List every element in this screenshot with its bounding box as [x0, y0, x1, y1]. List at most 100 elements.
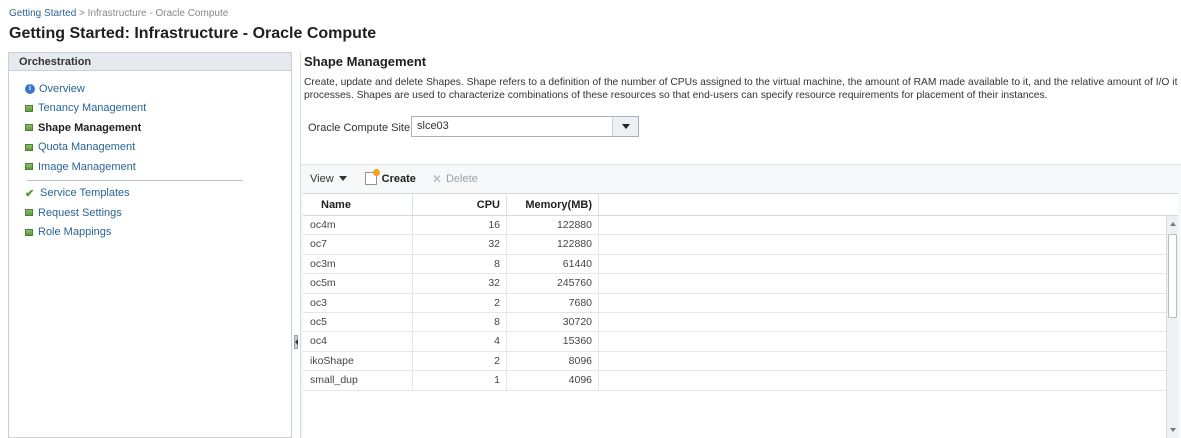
sidebar-item-label: Tenancy Management	[38, 102, 147, 115]
cell-filler	[599, 351, 1178, 371]
sidebar-item-label: Image Management	[38, 160, 136, 173]
cell-memory: 7680	[507, 293, 599, 312]
cell-filler	[599, 332, 1178, 351]
breadcrumb-link-getting-started[interactable]: Getting Started	[9, 8, 76, 19]
create-button[interactable]: Create	[364, 169, 416, 185]
cell-name: ikoShape	[303, 351, 413, 371]
breadcrumb-current: Infrastructure - Oracle Compute	[87, 8, 229, 19]
green-square-icon	[25, 209, 33, 217]
panel-splitter[interactable]	[292, 52, 300, 438]
cell-cpu: 32	[413, 235, 507, 254]
cell-filler	[599, 254, 1178, 274]
table-scrollbar[interactable]	[1166, 216, 1178, 438]
table-row[interactable]: oc3 2 7680	[303, 293, 1178, 313]
site-label: Oracle Compute Site	[308, 122, 411, 134]
cell-memory: 61440	[507, 254, 599, 274]
cell-memory: 30720	[507, 312, 599, 332]
scroll-up-arrow-icon[interactable]	[1170, 222, 1176, 226]
info-circle-icon: i	[25, 83, 35, 94]
sidebar-item-image-management[interactable]: Image Management	[25, 157, 291, 177]
sidebar-item-overview[interactable]: i Overview	[25, 79, 291, 99]
chevron-down-icon	[621, 124, 630, 129]
table-row[interactable]: oc5m 32 245760	[303, 274, 1178, 294]
table-row[interactable]: small_dup 1 4096	[303, 371, 1178, 391]
cell-filler	[599, 293, 1178, 312]
sidebar-item-label: Overview	[39, 82, 85, 95]
view-menu-button[interactable]: View	[310, 173, 347, 185]
cell-memory: 8096	[507, 351, 599, 371]
chevron-down-icon	[338, 176, 347, 181]
delete-label: Delete	[445, 172, 478, 185]
cell-name: oc4m	[303, 216, 413, 235]
sidebar-item-tenancy-management[interactable]: Tenancy Management	[25, 99, 291, 119]
cell-filler	[599, 274, 1178, 293]
scrollbar-thumb[interactable]	[1168, 234, 1177, 318]
sidebar-nav: i Overview Tenancy Management Shape Mana…	[9, 71, 291, 242]
sidebar-item-label: Role Mappings	[38, 226, 112, 239]
sidebar-item-label: Service Templates	[40, 187, 130, 200]
view-menu-label: View	[310, 172, 334, 185]
site-select-dropdown-button[interactable]	[612, 117, 638, 136]
collapse-left-arrow-icon[interactable]	[294, 335, 298, 349]
sidebar-item-label: Quota Management	[38, 141, 136, 154]
cell-name: oc4	[303, 332, 413, 351]
table-row[interactable]: oc4m 16 122880	[303, 216, 1178, 236]
sidebar-item-label: Request Settings	[38, 206, 122, 219]
cell-memory: 4096	[507, 371, 599, 390]
breadcrumb-separator: >	[76, 8, 88, 19]
cell-name: oc5	[303, 312, 413, 332]
cell-filler	[599, 235, 1178, 254]
cell-filler	[599, 216, 1178, 235]
sidebar-item-request-settings[interactable]: Request Settings	[25, 203, 291, 223]
sidebar-item-service-templates[interactable]: ✔ Service Templates	[25, 184, 291, 204]
cell-cpu: 4	[413, 332, 507, 351]
site-select[interactable]: slce03	[411, 116, 639, 137]
column-header-name[interactable]: Name	[303, 194, 413, 215]
column-header-filler	[599, 194, 1178, 215]
cell-cpu: 8	[413, 254, 507, 274]
table-body: oc4m 16 122880 oc7 32 122880 oc3m 8 61440 oc5m 32 2…	[303, 216, 1178, 391]
sidebar-header: Orchestration	[9, 53, 291, 71]
sidebar-item-label: Shape Management	[38, 121, 142, 134]
sidebar-item-role-mappings[interactable]: Role Mappings	[25, 223, 291, 243]
create-icon	[364, 169, 380, 185]
cell-name: oc7	[303, 235, 413, 254]
site-select-value: slce03	[417, 120, 449, 132]
scroll-down-arrow-icon[interactable]	[1170, 428, 1176, 432]
green-square-icon	[25, 228, 33, 236]
cell-filler	[599, 312, 1178, 332]
sidebar-divider	[27, 179, 243, 181]
cell-filler	[599, 371, 1178, 390]
section-title: Shape Management	[304, 54, 427, 69]
cell-cpu: 2	[413, 351, 507, 371]
sidebar-item-shape-management[interactable]: Shape Management	[25, 118, 291, 138]
table-row[interactable]: oc7 32 122880	[303, 235, 1178, 255]
breadcrumb: Getting Started > Infrastructure - Oracl…	[9, 8, 228, 19]
table-header-row: Name CPU Memory(MB)	[303, 194, 1178, 216]
delete-x-icon: ✕	[431, 171, 442, 186]
page-title: Getting Started: Infrastructure - Oracle…	[9, 25, 377, 42]
cell-name: oc3	[303, 293, 413, 312]
cell-cpu: 16	[413, 216, 507, 235]
cell-name: oc3m	[303, 254, 413, 274]
cell-memory: 122880	[507, 235, 599, 254]
cell-cpu: 1	[413, 371, 507, 390]
cell-memory: 122880	[507, 216, 599, 235]
cell-name: small_dup	[303, 371, 413, 390]
create-label: Create	[381, 172, 416, 185]
table-row[interactable]: oc3m 8 61440	[303, 254, 1178, 275]
table-row[interactable]: oc5 8 30720	[303, 312, 1178, 333]
green-square-icon	[25, 163, 33, 171]
column-header-cpu[interactable]: CPU	[413, 194, 507, 215]
sidebar: Orchestration i Overview Tenancy Managem…	[8, 52, 292, 438]
cell-memory: 15360	[507, 332, 599, 351]
cell-name: oc5m	[303, 274, 413, 293]
table-row[interactable]: ikoShape 2 8096	[303, 351, 1178, 372]
shapes-table: Name CPU Memory(MB) oc4m 16 122880 oc7 32 122…	[303, 193, 1178, 438]
section-description: Create, update and delete Shapes. Shape …	[304, 77, 1178, 101]
table-row[interactable]: oc4 4 15360	[303, 332, 1178, 352]
shapes-table-area: View Create ✕ Delete Name CPU Memory(MB)…	[301, 164, 1181, 438]
column-header-memory[interactable]: Memory(MB)	[507, 194, 599, 215]
delete-button[interactable]: ✕ Delete	[432, 172, 478, 186]
sidebar-item-quota-management[interactable]: Quota Management	[25, 138, 291, 158]
